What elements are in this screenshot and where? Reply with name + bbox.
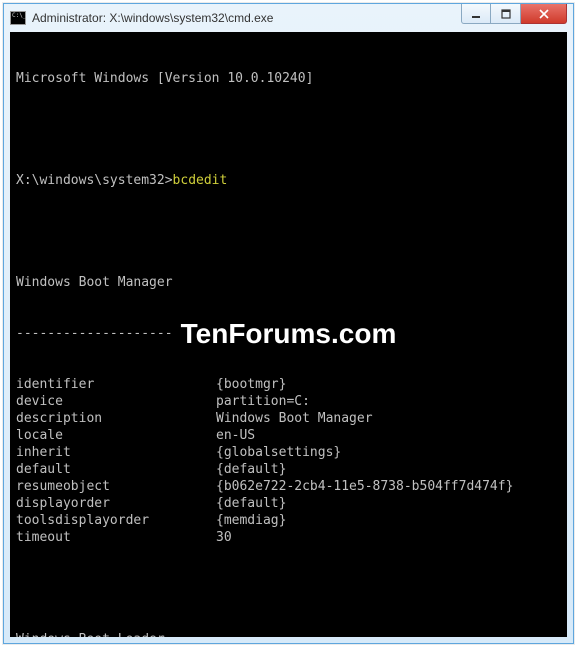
entry-row: default{default} <box>16 461 561 478</box>
entry-key: device <box>16 393 216 410</box>
entry-value: 30 <box>216 529 232 546</box>
section-divider: -------------------- <box>16 325 561 342</box>
section-title: Windows Boot Manager <box>16 274 561 291</box>
minimize-icon <box>471 9 481 19</box>
window-buttons <box>461 4 567 24</box>
section-title: Windows Boot Loader <box>16 631 561 637</box>
entry-row: resumeobject{b062e722-2cb4-11e5-8738-b50… <box>16 478 561 495</box>
blank-line <box>16 223 561 240</box>
entry-value: {memdiag} <box>216 512 286 529</box>
entry-value: {default} <box>216 495 286 512</box>
entry-value: {b062e722-2cb4-11e5-8738-b504ff7d474f} <box>216 478 513 495</box>
titlebar[interactable]: Administrator: X:\windows\system32\cmd.e… <box>4 4 573 32</box>
entry-row: devicepartition=C: <box>16 393 561 410</box>
entry-value: {bootmgr} <box>216 376 286 393</box>
entry-row: toolsdisplayorder{memdiag} <box>16 512 561 529</box>
cmd-icon <box>10 11 26 25</box>
close-icon <box>538 9 550 19</box>
prompt-prefix: X:\windows\system32> <box>16 173 173 188</box>
close-button[interactable] <box>521 4 567 24</box>
terminal-line: Microsoft Windows [Version 10.0.10240] <box>16 70 561 87</box>
entry-value: {globalsettings} <box>216 444 341 461</box>
command-text: bcdedit <box>173 173 228 188</box>
terminal-area[interactable]: Microsoft Windows [Version 10.0.10240] X… <box>10 32 567 637</box>
maximize-button[interactable] <box>491 4 521 24</box>
entry-key: description <box>16 410 216 427</box>
maximize-icon <box>501 9 511 19</box>
entry-row: displayorder{default} <box>16 495 561 512</box>
entry-row: timeout30 <box>16 529 561 546</box>
window-title: Administrator: X:\windows\system32\cmd.e… <box>32 11 461 25</box>
entry-row: identifier{bootmgr} <box>16 376 561 393</box>
entry-row: descriptionWindows Boot Manager <box>16 410 561 427</box>
entry-row: localeen-US <box>16 427 561 444</box>
entry-value: partition=C: <box>216 393 310 410</box>
prompt-line: X:\windows\system32>bcdedit <box>16 172 561 189</box>
entry-key: identifier <box>16 376 216 393</box>
entry-key: toolsdisplayorder <box>16 512 216 529</box>
bootmgr-entries: identifier{bootmgr}devicepartition=C:des… <box>16 376 561 546</box>
entry-key: locale <box>16 427 216 444</box>
entry-value: en-US <box>216 427 255 444</box>
blank-line <box>16 121 561 138</box>
cmd-window: Administrator: X:\windows\system32\cmd.e… <box>3 3 574 644</box>
entry-key: timeout <box>16 529 216 546</box>
entry-key: resumeobject <box>16 478 216 495</box>
entry-row: inherit{globalsettings} <box>16 444 561 461</box>
blank-line <box>16 580 561 597</box>
entry-key: inherit <box>16 444 216 461</box>
entry-value: Windows Boot Manager <box>216 410 373 427</box>
minimize-button[interactable] <box>461 4 491 24</box>
entry-key: default <box>16 461 216 478</box>
entry-value: {default} <box>216 461 286 478</box>
entry-key: displayorder <box>16 495 216 512</box>
